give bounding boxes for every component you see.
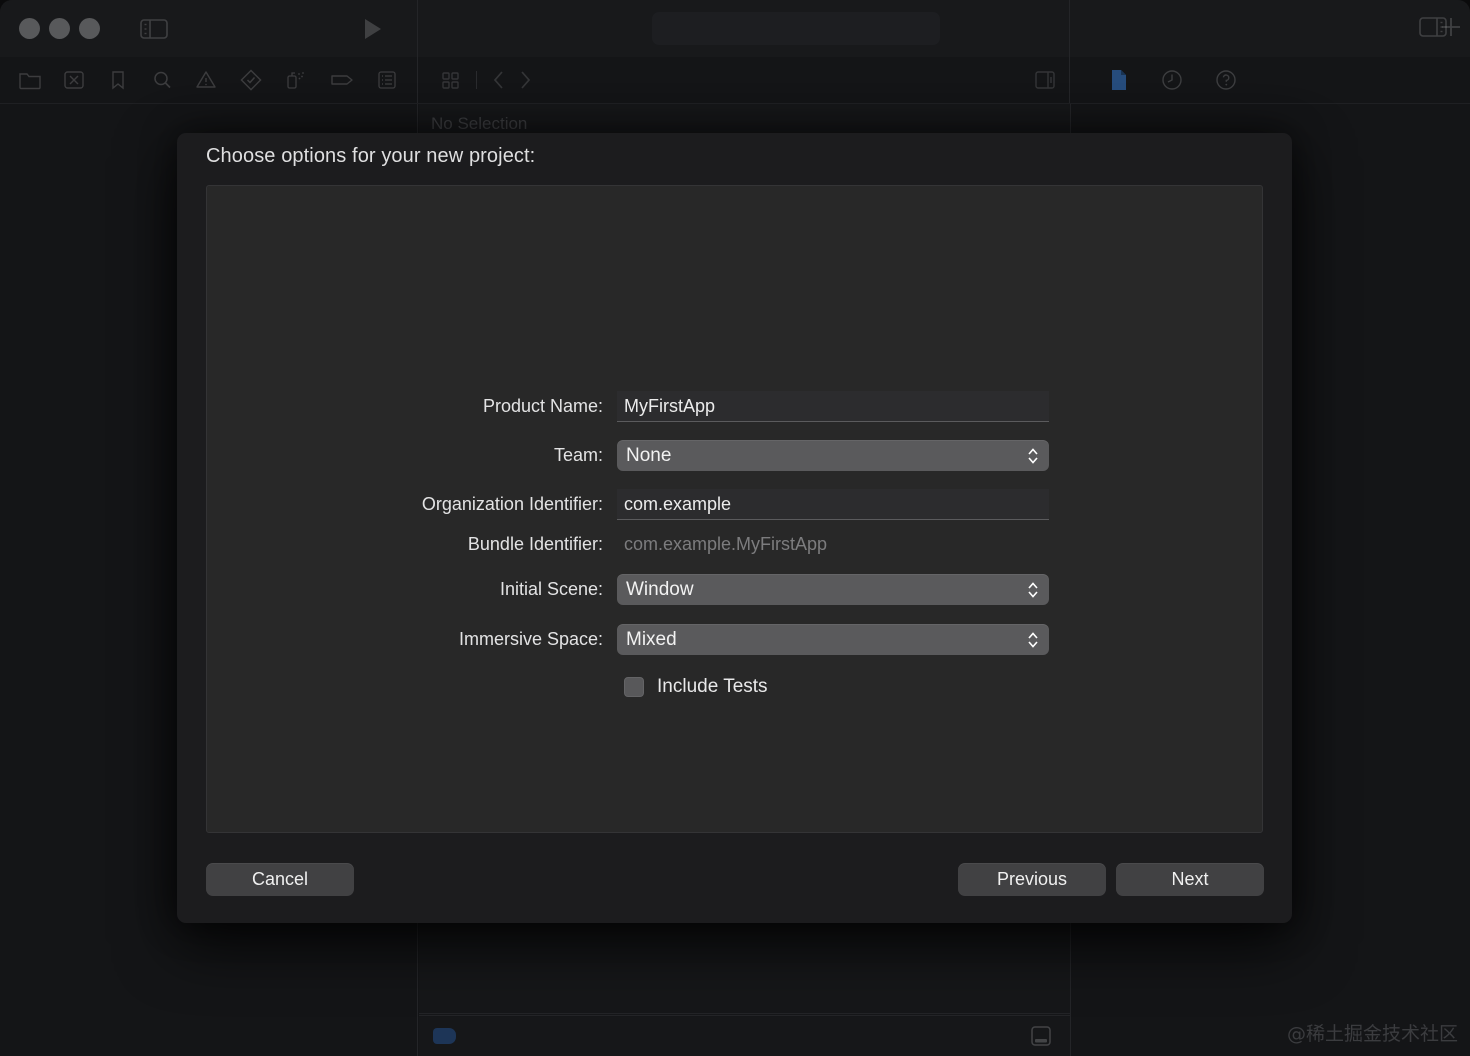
chevron-updown-icon [1027, 446, 1039, 466]
include-tests-checkbox[interactable] [624, 677, 644, 697]
include-tests-label: Include Tests [657, 676, 768, 697]
product-name-input[interactable] [617, 391, 1049, 422]
bookmark-icon[interactable] [106, 69, 130, 91]
team-popup-value: None [626, 444, 672, 466]
bundle-identifier-value: com.example.MyFirstApp [624, 534, 828, 554]
report-list-icon[interactable] [375, 69, 399, 91]
quick-help-icon[interactable] [1214, 68, 1238, 92]
breakpoint-indicator-icon[interactable] [433, 1028, 456, 1044]
window-titlebar [0, 0, 1470, 57]
inspector-selector-bar[interactable] [1070, 57, 1470, 103]
debug-area-divider [419, 1013, 1070, 1014]
history-inspector-icon[interactable] [1160, 68, 1184, 92]
form-row-product-name: Product Name: [207, 391, 1264, 422]
initial-scene-popup-button[interactable]: Window [617, 574, 1049, 605]
source-control-icon[interactable] [62, 69, 86, 91]
immersive-space-popup-button[interactable]: Mixed [617, 624, 1049, 655]
form-row-organization-identifier: Organization Identifier: [207, 489, 1264, 520]
inspector-toggle-icon[interactable] [1419, 16, 1447, 38]
activity-view [652, 12, 940, 45]
minimize-window-button[interactable] [49, 18, 70, 39]
previous-button[interactable]: Previous [958, 863, 1106, 896]
titlebar-left-section [0, 0, 418, 57]
new-project-options-dialog: Choose options for your new project: Pro… [177, 133, 1292, 923]
initial-scene-popup-value: Window [626, 578, 694, 600]
immersive-space-popup-value: Mixed [626, 628, 677, 650]
form-row-bundle-identifier: Bundle Identifier: com.example.MyFirstAp… [207, 534, 1264, 555]
navigator-selector-bar[interactable] [0, 57, 418, 103]
dialog-content-panel: Product Name: Team: None [206, 185, 1263, 833]
traffic-lights[interactable] [19, 18, 100, 39]
grid-layout-icon[interactable] [440, 70, 462, 90]
breakpoint-tag-icon[interactable] [329, 69, 355, 91]
cancel-button[interactable]: Cancel [206, 863, 354, 896]
zoom-window-button[interactable] [79, 18, 100, 39]
watermark: @稀土掘金技术社区 [1286, 1023, 1458, 1045]
form-row-immersive-space: Immersive Space: Mixed [207, 624, 1264, 655]
screen: No Selection ction Choose options for yo… [0, 0, 1470, 1056]
chevron-updown-icon [1027, 630, 1039, 650]
team-label: Team: [553, 445, 603, 465]
editor-options-icon[interactable] [1033, 69, 1057, 91]
organization-identifier-input[interactable] [617, 489, 1049, 520]
search-icon[interactable] [150, 69, 174, 91]
project-options-form: Product Name: Team: None [207, 186, 1264, 834]
debug-panel-toggle-icon[interactable] [1029, 1025, 1053, 1047]
test-diamond-icon[interactable] [239, 69, 263, 91]
debug-area-bar [419, 1015, 1070, 1056]
editor-no-selection-label: No Selection [431, 113, 528, 133]
team-popup-button[interactable]: None [617, 440, 1049, 471]
navigator-toolbar-row [0, 57, 1470, 104]
form-row-team: Team: None [207, 440, 1264, 471]
navigate-forward-icon[interactable] [517, 69, 533, 91]
chevron-updown-icon [1027, 580, 1039, 600]
file-inspector-icon[interactable] [1108, 68, 1130, 92]
run-button-icon[interactable] [363, 18, 383, 40]
debug-spray-icon[interactable] [283, 69, 309, 91]
initial-scene-label: Initial Scene: [499, 579, 603, 599]
form-row-initial-scene: Initial Scene: Window [207, 574, 1264, 605]
jumpbar-divider [476, 71, 477, 89]
editor-jump-bar [418, 57, 1070, 103]
next-button[interactable]: Next [1116, 863, 1264, 896]
folder-icon[interactable] [18, 69, 42, 91]
organization-identifier-label: Organization Identifier: [421, 494, 603, 514]
immersive-space-label: Immersive Space: [458, 629, 603, 649]
titlebar-activity-section [418, 0, 1460, 57]
product-name-label: Product Name: [482, 396, 603, 416]
navigate-back-icon[interactable] [491, 69, 507, 91]
close-window-button[interactable] [19, 18, 40, 39]
warning-icon[interactable] [194, 69, 218, 91]
bundle-identifier-label: Bundle Identifier: [467, 534, 603, 554]
sidebar-toggle-icon[interactable] [140, 18, 168, 40]
dialog-title: Choose options for your new project: [206, 145, 536, 167]
titlebar-right-section [1070, 0, 1470, 57]
form-row-include-tests: Include Tests [207, 676, 1264, 698]
